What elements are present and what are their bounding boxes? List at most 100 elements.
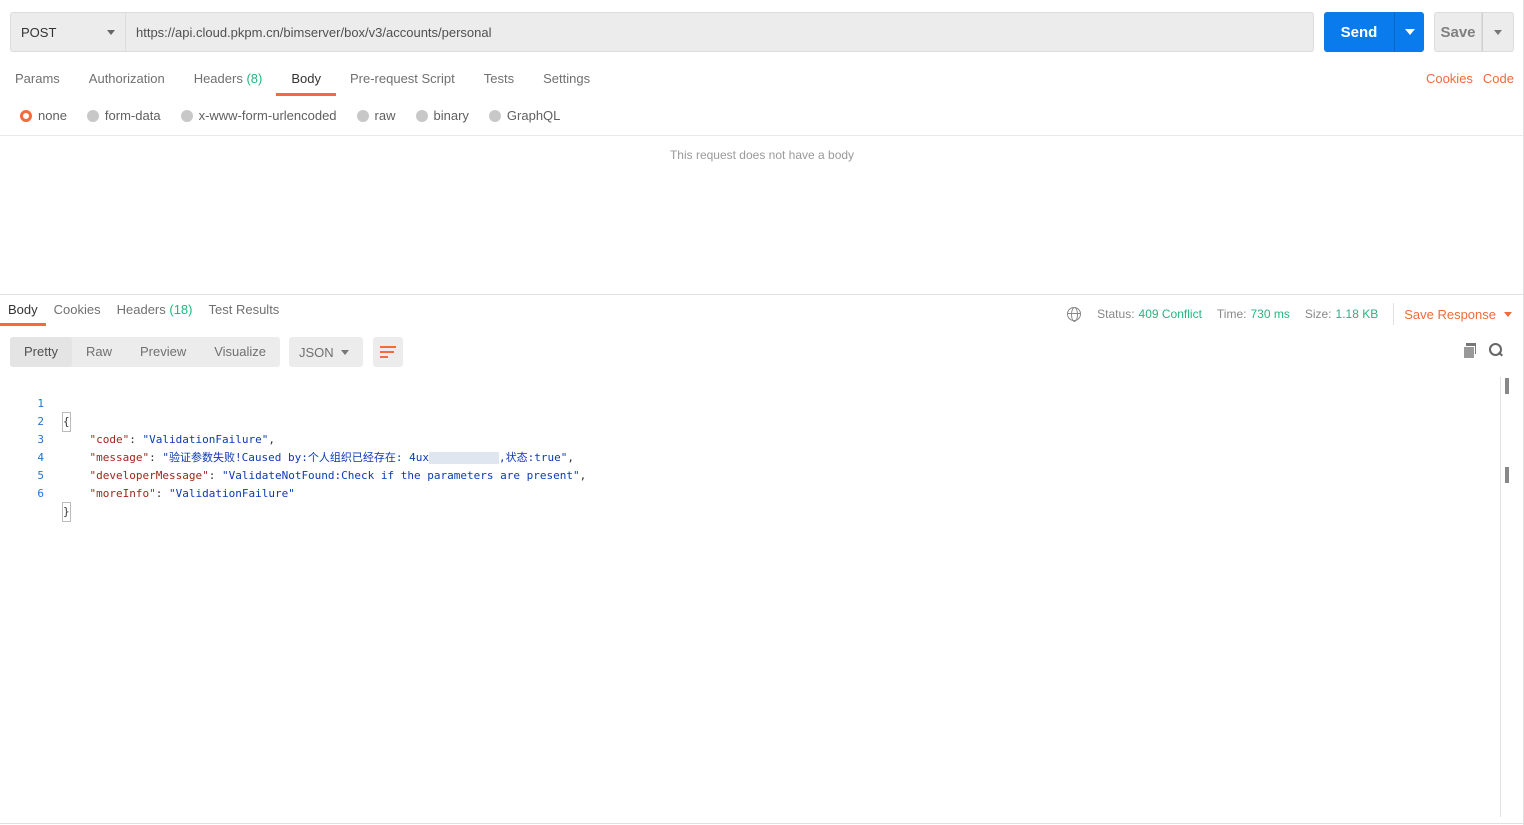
tab-authorization[interactable]: Authorization — [89, 70, 165, 96]
radio-dot — [180, 109, 193, 122]
send-options-button[interactable] — [1394, 12, 1424, 52]
chevron-down-icon — [1405, 29, 1415, 35]
chevron-down-icon — [1494, 30, 1502, 35]
json-value: "ValidationFailure" — [142, 433, 269, 446]
tab-test-results[interactable]: Test Results — [209, 302, 280, 326]
tab-label: Settings — [543, 71, 591, 86]
code-line: 2 "code": "ValidationFailure", — [0, 395, 275, 446]
body-type-radios: none form-data x-www-form-urlencoded raw… — [20, 108, 580, 123]
tab-label: Cookies — [53, 302, 101, 317]
json-key: "message" — [89, 451, 150, 464]
view-pretty[interactable]: Pretty — [10, 337, 72, 367]
code-link[interactable]: Code — [1483, 71, 1514, 86]
tab-params[interactable]: Params — [15, 70, 60, 96]
tab-label: Pre-request Script — [349, 71, 455, 86]
save-response-label: Save Response — [1404, 306, 1496, 322]
json-key: "code" — [89, 433, 130, 446]
tab-label: Headers — [116, 302, 166, 317]
radio-none[interactable]: none — [20, 108, 67, 123]
copy-icon[interactable] — [1463, 343, 1477, 359]
json-value: "验证参数失败!Caused by:个人组织已经存在: 4ux — [162, 451, 429, 464]
radio-label: binary — [433, 108, 469, 123]
tab-response-cookies[interactable]: Cookies — [54, 302, 101, 326]
time-value[interactable]: 730 ms — [1250, 307, 1289, 321]
pane-splitter[interactable] — [0, 294, 1524, 295]
search-icon[interactable] — [1489, 343, 1503, 357]
tab-headers[interactable]: Headers (8) — [194, 70, 263, 96]
request-bar: POST Send Save — [10, 12, 1514, 52]
code-text: } — [62, 502, 71, 522]
view-preview[interactable]: Preview — [126, 337, 200, 367]
radio-dot — [488, 109, 501, 122]
save-button[interactable]: Save — [1434, 12, 1482, 52]
radio-label: x-www-form-urlencoded — [198, 108, 337, 123]
radio-dot — [20, 109, 32, 122]
format-value: JSON — [299, 345, 334, 360]
code-text: "developerMessage": "ValidateNotFound:Ch… — [89, 469, 587, 482]
radio-form-data[interactable]: form-data — [86, 108, 161, 123]
code-text: "message": "验证参数失败!Caused by:个人组织已经存在: 4… — [89, 451, 574, 464]
no-body-message: This request does not have a body — [669, 148, 855, 162]
code-line: 3 "message": "验证参数失败!Caused by:个人组织已经存在:… — [0, 413, 574, 464]
tab-pre-request-script[interactable]: Pre-request Script — [350, 70, 455, 96]
radio-label: GraphQL — [506, 108, 561, 123]
tab-label: Params — [15, 71, 60, 86]
radio-graphql[interactable]: GraphQL — [488, 108, 561, 123]
tab-label: Authorization — [88, 71, 165, 86]
globe-icon[interactable] — [1067, 307, 1082, 322]
save-response-button[interactable]: Save Response — [1404, 307, 1512, 322]
headers-count: (18) — [169, 302, 193, 317]
response-body-editor[interactable]: 1 { 2 "code": "ValidationFailure", 3 "me… — [0, 377, 586, 522]
code-line: 5 "moreInfo": "ValidationFailure" — [0, 449, 294, 500]
radio-label: none — [38, 108, 67, 123]
method-value: POST — [21, 25, 57, 40]
json-value: ,状态:true" — [498, 451, 568, 464]
tab-tests[interactable]: Tests — [484, 70, 514, 96]
scrollbar-marker — [1505, 378, 1509, 394]
view-visualize[interactable]: Visualize — [200, 337, 280, 367]
tab-label: Body — [291, 71, 321, 86]
divider — [1393, 303, 1395, 325]
request-tabs: Params Authorization Headers (8) Body Pr… — [15, 70, 619, 96]
save-options-button[interactable] — [1482, 12, 1514, 52]
response-status-bar: Status: 409 Conflict Time: 730 ms Size: … — [1067, 303, 1512, 325]
wrap-lines-button[interactable] — [373, 337, 403, 367]
radio-binary[interactable]: binary — [415, 108, 469, 123]
tab-label: Test Results — [208, 302, 280, 317]
tab-response-body[interactable]: Body — [0, 302, 46, 326]
status-label: Status: — [1097, 307, 1135, 321]
send-button[interactable]: Send — [1324, 12, 1394, 52]
tab-response-headers[interactable]: Headers (18) — [117, 302, 193, 326]
radio-dot — [356, 109, 369, 122]
method-select[interactable]: POST — [10, 12, 126, 52]
size-label: Size: — [1304, 307, 1332, 321]
status-value[interactable]: 409 Conflict — [1139, 307, 1202, 321]
code-text: "code": "ValidationFailure", — [89, 433, 275, 446]
radio-raw[interactable]: raw — [356, 108, 396, 123]
cookies-link[interactable]: Cookies — [1426, 71, 1473, 86]
editor-scrollbar[interactable] — [1500, 377, 1501, 817]
code-text: { — [62, 412, 71, 432]
code-text: "moreInfo": "ValidationFailure" — [89, 487, 295, 500]
tab-body[interactable]: Body — [276, 70, 336, 96]
headers-count: (8) — [246, 71, 263, 86]
time-label: Time: — [1216, 307, 1247, 321]
radio-label: form-data — [104, 108, 161, 123]
json-key: "moreInfo" — [89, 487, 156, 500]
request-right-links: Cookies Code — [1426, 71, 1514, 86]
radio-x-www-form-urlencoded[interactable]: x-www-form-urlencoded — [180, 108, 337, 123]
line-number: 6 — [37, 487, 44, 500]
code-line: 6 } — [0, 467, 71, 522]
view-raw[interactable]: Raw — [72, 337, 126, 367]
format-select[interactable]: JSON — [289, 337, 363, 367]
chevron-down-icon — [341, 350, 349, 355]
code-line: 4 "developerMessage": "ValidateNotFound:… — [0, 431, 586, 482]
tab-settings[interactable]: Settings — [543, 70, 590, 96]
divider — [0, 135, 1524, 136]
chevron-down-icon — [1504, 311, 1512, 317]
size-value[interactable]: 1.18 KB — [1336, 307, 1379, 321]
url-input[interactable] — [125, 12, 1314, 52]
redacted-text — [428, 452, 499, 464]
json-value: "ValidateNotFound:Check if the parameter… — [221, 469, 580, 482]
json-key: "developerMessage" — [89, 469, 209, 482]
